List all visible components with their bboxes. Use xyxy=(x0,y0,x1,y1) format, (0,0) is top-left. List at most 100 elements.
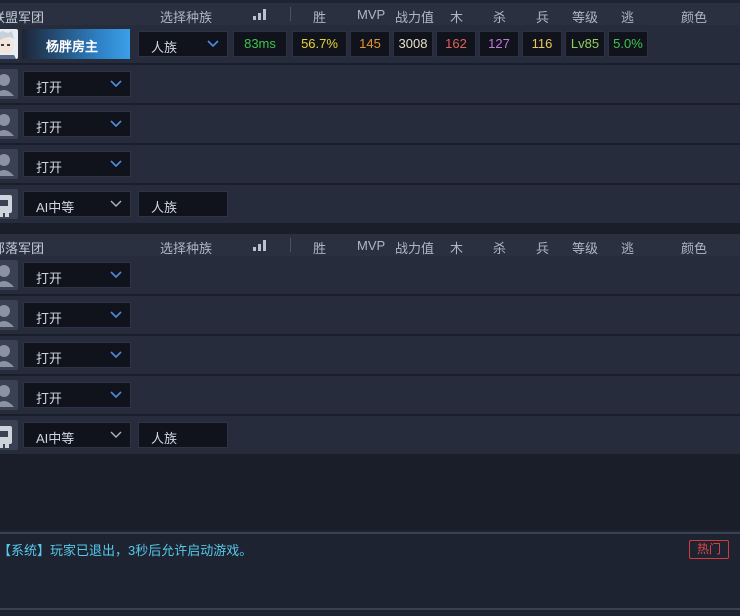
col-escape: 逃 xyxy=(621,241,635,256)
chevron-down-icon xyxy=(110,271,122,279)
win-rate-value: 56.7% xyxy=(292,31,347,57)
chevron-down-icon xyxy=(110,351,122,359)
player-slot: 打开 xyxy=(0,376,740,416)
slot-status-value: 打开 xyxy=(36,80,63,95)
ai-race-value: 人族 xyxy=(151,200,178,215)
col-soldier: 兵 xyxy=(536,241,550,256)
ping-value: 83ms xyxy=(233,31,287,57)
col-win: 胜 xyxy=(313,10,327,25)
slot-status-value: 打开 xyxy=(36,351,63,366)
player-name: 杨胖 xyxy=(46,39,73,54)
host-name-plate[interactable]: 杨胖房主 xyxy=(22,29,130,59)
team1-name: 联盟军团 xyxy=(0,10,45,25)
divider xyxy=(290,7,291,21)
slot-status-select[interactable]: 打开 xyxy=(23,382,131,408)
chat-input-border xyxy=(0,608,740,610)
player-slot-host: 杨胖房主 人族 83ms 56.7% 145 3008 162 127 116 … xyxy=(0,25,740,65)
ai-difficulty-select[interactable]: AI中等 xyxy=(23,191,131,217)
signal-bars-icon xyxy=(253,240,267,251)
kill-value: 127 xyxy=(479,31,519,57)
slot-status-value: 打开 xyxy=(36,160,63,175)
chevron-down-icon xyxy=(110,80,122,88)
ai-difficulty-value: AI中等 xyxy=(36,200,75,215)
col-wood: 木 xyxy=(450,10,464,25)
robot-icon xyxy=(0,189,18,219)
col-level: 等级 xyxy=(572,10,599,25)
slot-status-select[interactable]: 打开 xyxy=(23,151,131,177)
chevron-down-icon xyxy=(110,200,122,207)
col-mvp: MVP xyxy=(357,7,386,22)
avatar[interactable] xyxy=(0,29,18,59)
team2-header: 部落军团 选择种族 胜 MVP 战力值 木 杀 兵 等级 逃 颜色 xyxy=(0,234,740,257)
player-slot: 打开 xyxy=(0,105,740,145)
slot-status-value: 打开 xyxy=(36,391,63,406)
team2-name: 部落军团 xyxy=(0,241,45,256)
mvp-value: 145 xyxy=(350,31,390,57)
empty-user-icon xyxy=(0,260,18,290)
col-color: 颜色 xyxy=(681,10,708,25)
col-race: 选择种族 xyxy=(160,10,213,25)
host-tag: 房主 xyxy=(72,39,99,54)
robot-icon xyxy=(0,420,18,450)
chevron-down-icon xyxy=(110,311,122,319)
slot-status-value: 打开 xyxy=(36,311,63,326)
wood-value: 162 xyxy=(436,31,476,57)
signal-bars-icon xyxy=(253,9,267,20)
ai-slot: AI中等 人族 xyxy=(0,416,740,456)
ai-difficulty-value: AI中等 xyxy=(36,431,75,446)
system-message: 【系统】玩家已退出，3秒后允许启动游戏。 xyxy=(0,543,253,558)
slot-status-select[interactable]: 打开 xyxy=(23,262,131,288)
empty-area xyxy=(0,456,740,530)
empty-user-icon xyxy=(0,109,18,139)
player-slot: 打开 xyxy=(0,145,740,185)
ai-race-value: 人族 xyxy=(151,431,178,446)
ai-difficulty-select[interactable]: AI中等 xyxy=(23,422,131,448)
ai-race-field[interactable]: 人族 xyxy=(138,191,228,217)
hot-button[interactable]: 热门 xyxy=(689,540,729,559)
col-win: 胜 xyxy=(313,241,327,256)
slot-status-select[interactable]: 打开 xyxy=(23,71,131,97)
col-power: 战力值 xyxy=(395,10,435,25)
chevron-down-icon xyxy=(110,120,122,128)
escape-value: 5.0% xyxy=(608,31,648,57)
chevron-down-icon xyxy=(207,40,219,48)
chevron-down-icon xyxy=(110,391,122,399)
level-value: Lv85 xyxy=(565,31,605,57)
col-kill: 杀 xyxy=(493,241,507,256)
col-level: 等级 xyxy=(572,241,599,256)
player-slot: 打开 xyxy=(0,296,740,336)
ai-slot: AI中等 人族 xyxy=(0,185,740,225)
col-color: 颜色 xyxy=(681,241,708,256)
player-slot: 打开 xyxy=(0,336,740,376)
col-power: 战力值 xyxy=(395,241,435,256)
slot-status-select[interactable]: 打开 xyxy=(23,342,131,368)
slot-status-select[interactable]: 打开 xyxy=(23,302,131,328)
col-escape: 逃 xyxy=(621,10,635,25)
slot-status-value: 打开 xyxy=(36,271,63,286)
race-select[interactable]: 人族 xyxy=(138,31,228,57)
soldier-value: 116 xyxy=(522,31,562,57)
team1-header: 联盟军团 选择种族 胜 MVP 战力值 木 杀 兵 等级 逃 颜色 xyxy=(0,3,740,26)
divider xyxy=(290,238,291,252)
race-value: 人族 xyxy=(151,40,178,55)
col-wood: 木 xyxy=(450,241,464,256)
chevron-down-icon xyxy=(110,431,122,438)
empty-user-icon xyxy=(0,69,18,99)
col-soldier: 兵 xyxy=(536,10,550,25)
power-value: 3008 xyxy=(393,31,433,57)
slot-status-value: 打开 xyxy=(36,120,63,135)
chevron-down-icon xyxy=(110,160,122,168)
ai-race-field[interactable]: 人族 xyxy=(138,422,228,448)
col-kill: 杀 xyxy=(493,10,507,25)
player-slot: 打开 xyxy=(0,65,740,105)
empty-user-icon xyxy=(0,340,18,370)
team-divider xyxy=(0,224,740,234)
empty-user-icon xyxy=(0,380,18,410)
empty-user-icon xyxy=(0,149,18,179)
col-mvp: MVP xyxy=(357,238,386,253)
slot-status-select[interactable]: 打开 xyxy=(23,111,131,137)
chat-panel: 【系统】玩家已退出，3秒后允许启动游戏。 热门 xyxy=(0,532,740,616)
player-slot: 打开 xyxy=(0,256,740,296)
empty-user-icon xyxy=(0,300,18,330)
col-race: 选择种族 xyxy=(160,241,213,256)
